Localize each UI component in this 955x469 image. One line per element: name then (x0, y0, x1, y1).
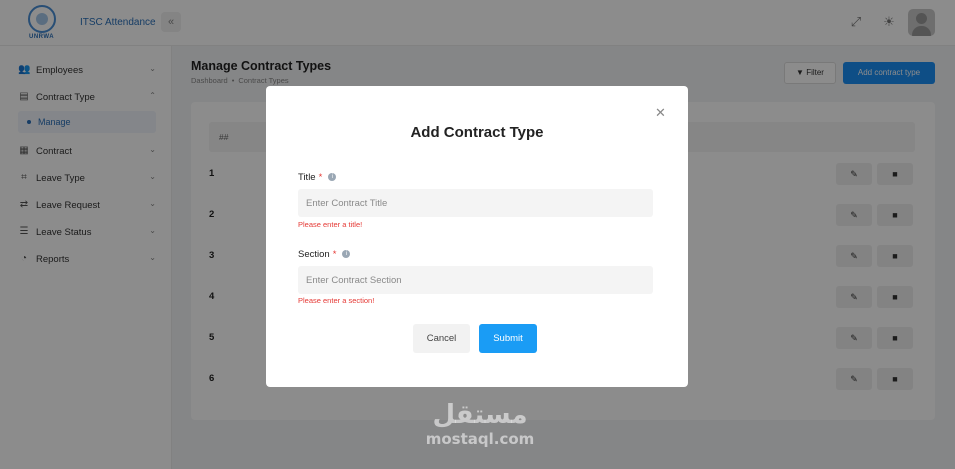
modal-title: Add Contract Type (410, 124, 544, 141)
close-icon[interactable]: ✕ (655, 105, 666, 121)
required-mark: * (332, 249, 337, 260)
info-icon[interactable]: i (342, 250, 351, 259)
title-input[interactable] (298, 189, 653, 217)
add-contract-type-modal: ✕ Add Contract Type Title*i Please enter… (266, 86, 688, 387)
section-field-label: Section * i (298, 249, 351, 260)
watermark-arabic: مستقل (432, 400, 528, 430)
title-field-label: Title * i (298, 172, 337, 183)
cancel-button[interactable]: Cancel (413, 324, 470, 353)
info-icon[interactable]: i (328, 173, 337, 182)
title-label-text: Title (298, 172, 316, 183)
title-error: Please enter a title! (298, 220, 363, 229)
watermark-latin: mostaql.com (425, 430, 535, 448)
required-mark: * (318, 172, 323, 183)
submit-button[interactable]: Submit (479, 324, 537, 353)
section-error: Please enter a section! (298, 296, 375, 305)
section-input[interactable] (298, 266, 653, 294)
watermark: مستقل mostaql.com (420, 400, 540, 448)
section-label-text: Section (298, 249, 330, 260)
